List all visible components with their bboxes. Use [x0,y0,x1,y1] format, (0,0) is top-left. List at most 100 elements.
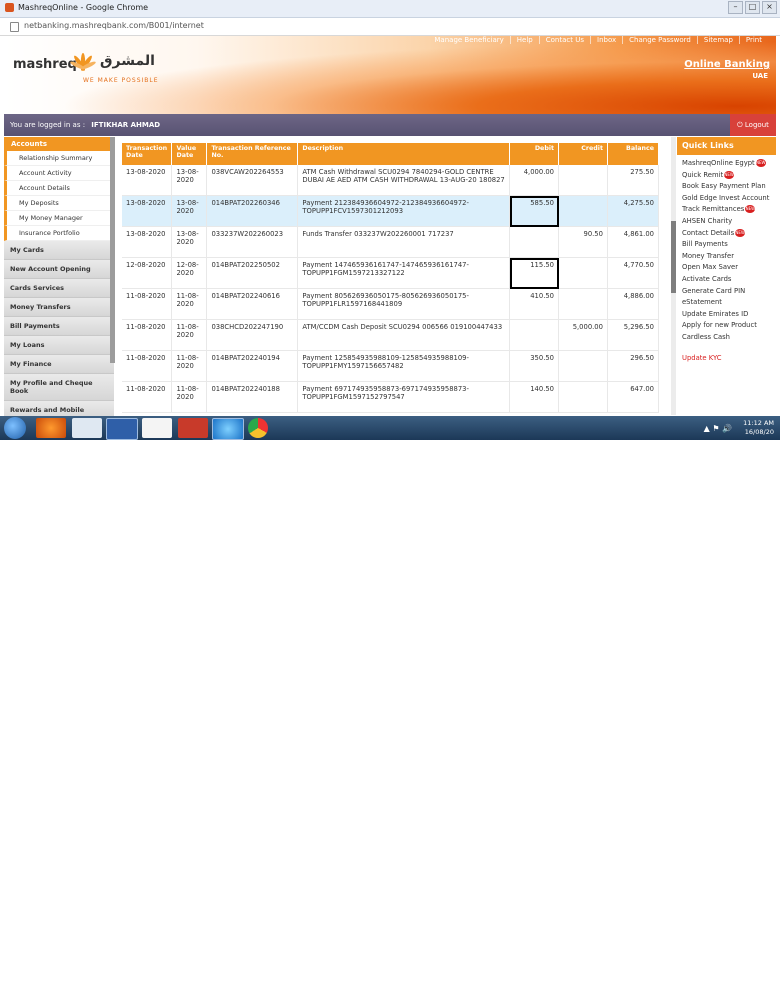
cell-credit [558,257,608,289]
notepad-icon[interactable] [72,418,102,438]
quick-link-item[interactable]: Gold Edge Invest Account [682,193,776,205]
ie-icon[interactable] [212,418,244,440]
firefox-icon[interactable] [36,418,66,438]
quick-link-item[interactable]: Track RemittancesNEW [682,204,776,216]
sidebar-item-cards-services[interactable]: Cards Services [4,279,114,298]
col-value-date[interactable]: Value Date [171,143,208,165]
quick-links-panel: Quick Links MashreqOnline EgyptNEW Quick … [677,137,776,415]
cell-transaction-date: 13-08-2020 [122,226,173,258]
quick-link-item[interactable]: Money Transfer [682,251,776,263]
sidebar-item-new-account-opening[interactable]: New Account Opening [4,260,114,279]
tray-icons[interactable]: ▲ ⚑ 🔊 [704,424,732,433]
clock[interactable]: 11:12 AM 16/08/20 [743,419,774,437]
url-text[interactable]: netbanking.mashreqbank.com/B001/internet [24,21,204,30]
nav-manage-beneficiary[interactable]: Manage Beneficiary [428,36,509,44]
table-row[interactable]: 13-08-2020 13-08-2020 033237W202260023 Fund… [122,226,660,258]
cell-description: Payment 147465936161747-147465936161747-… [297,257,511,289]
update-kyc-link[interactable]: Update KYC [677,354,776,362]
sidebar-item-account-activity[interactable]: Account Activity [4,166,114,181]
scrollbar-thumb[interactable] [671,221,676,293]
col-balance[interactable]: Balance [607,143,660,165]
col-description[interactable]: Description [297,143,511,165]
nav-contact-us[interactable]: Contact Us [538,36,590,44]
cell-credit [558,165,608,196]
quick-link-item[interactable]: Cardless Cash [682,332,776,344]
cell-description: Payment 212384936604972-212384936604972-… [297,195,511,227]
col-debit[interactable]: Debit [509,143,560,165]
quick-link-item[interactable]: Contact DetailsNEW [682,228,776,240]
sidebar-scrollbar[interactable] [110,137,115,363]
address-bar[interactable]: netbanking.mashreqbank.com/B001/internet [0,18,780,36]
quick-link-item[interactable]: Quick RemitNEW [682,170,776,182]
start-button-icon[interactable] [4,417,26,439]
table-row[interactable]: 12-08-2020 12-08-2020 014BPAT202250502 Paym… [122,257,660,289]
nav-inbox[interactable]: Inbox [590,36,622,44]
quick-link-item[interactable]: MashreqOnline EgyptNEW [682,158,776,170]
quick-link-label: Book Easy Payment Plan [682,182,766,191]
cell-balance: 296.50 [607,350,660,382]
cell-transaction-date: 13-08-2020 [122,165,173,196]
table-row[interactable]: 11-08-2020 11-08-2020 014BPAT202240188 Paym… [122,381,660,413]
sidebar-item-my-loans[interactable]: My Loans [4,336,114,355]
online-banking-title[interactable]: Online Banking [684,59,770,70]
site-favicon-icon [5,3,14,12]
word-icon[interactable] [106,418,138,440]
quick-link-item[interactable]: Bill Payments [682,239,776,251]
sidebar-item-profile-cheque-book[interactable]: My Profile and Cheque Book [4,374,114,401]
site-header: mashreq المشرق WE MAKE POSSIBLE Manage B… [4,36,776,114]
sidebar-item-my-deposits[interactable]: My Deposits [4,196,114,211]
nav-change-password[interactable]: Change Password [622,36,697,44]
quick-link-item[interactable]: Generate Card PIN [682,286,776,298]
nav-sitemap[interactable]: Sitemap [696,36,739,44]
cell-description: Payment 697174935958873-697174935958873-… [297,381,511,413]
cell-value-date: 13-08-2020 [171,165,208,196]
cell-debit: 140.50 [509,381,560,413]
quick-link-item[interactable]: Open Max Saver [682,262,776,274]
table-row[interactable]: 13-08-2020 13-08-2020 038VCAW202264553 ATM … [122,165,660,196]
logout-button[interactable]: ⏻ Logout [730,114,776,136]
sidebar-item-money-transfers[interactable]: Money Transfers [4,298,114,317]
sidebar-item-insurance-portfolio[interactable]: Insurance Portfolio [4,226,114,241]
cell-transaction-date: 11-08-2020 [122,350,173,382]
cell-description: Funds Transfer 033237W202260001 717237 [297,226,511,258]
quick-link-item[interactable]: Apply for new Product [682,320,776,332]
cell-balance: 647.00 [607,381,660,413]
quick-link-item[interactable]: Book Easy Payment Plan [682,181,776,193]
table-row[interactable]: 11-08-2020 11-08-2020 014BPAT202240616 Paym… [122,288,660,320]
col-credit[interactable]: Credit [558,143,608,165]
col-transaction-date[interactable]: Transaction Date [122,143,173,165]
sidebar-item-bill-payments[interactable]: Bill Payments [4,317,114,336]
sidebar-item-my-cards[interactable]: My Cards [4,241,114,260]
cell-description: ATM Cash Withdrawal SCU0294 7840294-GOLD… [297,165,511,196]
screenshot-region: MashreqOnline - Google Chrome – □ × netb… [0,0,780,440]
acrobat-icon[interactable] [142,418,172,438]
table-row[interactable]: 11-08-2020 11-08-2020 014BPAT202240194 Paym… [122,350,660,382]
sidebar-accounts[interactable]: Accounts [4,137,114,151]
col-reference[interactable]: Transaction Reference No. [206,143,299,165]
maximize-button[interactable]: □ [745,1,760,14]
cell-reference: 014BPAT202240194 [206,350,299,382]
close-button[interactable]: × [762,1,777,14]
presentation-icon[interactable] [178,418,208,438]
nav-print[interactable]: Print [738,36,768,44]
sidebar-item-account-details[interactable]: Account Details [4,181,114,196]
sidebar-item-relationship-summary[interactable]: Relationship Summary [4,151,114,166]
main-scrollbar[interactable] [671,137,676,415]
new-badge-icon: NEW [735,228,746,237]
sidebar-item-my-finance[interactable]: My Finance [4,355,114,374]
cell-credit: 90.50 [558,226,608,258]
chrome-icon[interactable] [248,418,268,438]
quick-link-item[interactable]: Activate Cards [682,274,776,286]
table-row[interactable]: 13-08-2020 13-08-2020 014BPAT202260346 Paym… [122,195,660,227]
nav-help[interactable]: Help [509,36,539,44]
quick-link-item[interactable]: Update Emirates ID [682,309,776,321]
quick-link-label: Update Emirates ID [682,309,749,318]
minimize-button[interactable]: – [728,1,743,14]
quick-link-item[interactable]: eStatement [682,297,776,309]
table-row[interactable]: 11-08-2020 11-08-2020 038CHCD202247190 ATM/… [122,319,660,351]
quick-link-item[interactable]: AHSEN Charity [682,216,776,228]
sidebar-item-money-manager[interactable]: My Money Manager [4,211,114,226]
username: IFTIKHAR AHMAD [91,121,161,129]
lock-icon [10,22,19,32]
cell-debit: 350.50 [509,350,560,382]
